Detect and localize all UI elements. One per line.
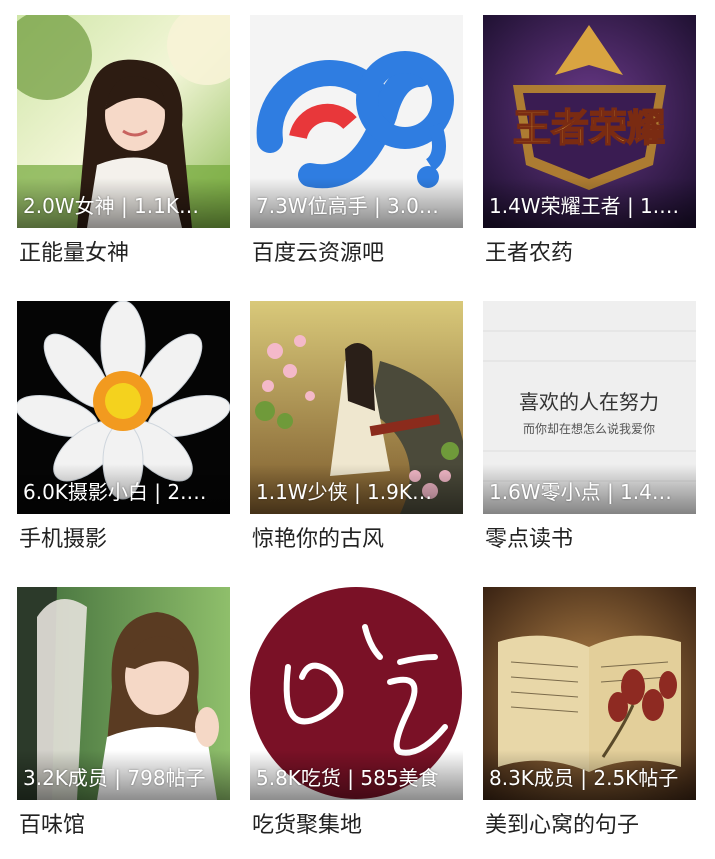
group-card-midnight-reading[interactable]: 喜欢的人在努力 而你却在想怎么说我爱你 1.6W零小点 | 1.4… 零点读书: [483, 301, 696, 552]
group-name: 百度云资源吧: [252, 241, 385, 266]
group-card-foodie-gathering[interactable]: 5.8K吃货 | 585美食 吃货聚集地: [250, 587, 463, 838]
group-thumbnail[interactable]: 6.0K摄影小白 | 2.…: [17, 301, 230, 514]
group-thumbnail[interactable]: 王者荣耀 1.4W荣耀王者 | 1.…: [483, 15, 696, 228]
logo-text: 王者荣耀: [513, 106, 665, 150]
group-grid: 2.0W女神 | 1.1K… 正能量女神 7.3W位高手 | 3.0… 百度云资…: [0, 0, 715, 859]
group-thumbnail[interactable]: 7.3W位高手 | 3.0…: [250, 15, 463, 228]
quote-line-2: 而你却在想怎么说我爱你: [523, 421, 655, 436]
group-name: 惊艳你的古风: [252, 527, 385, 552]
group-thumbnail[interactable]: 1.1W少侠 | 1.9K…: [250, 301, 463, 514]
group-name: 百味馆: [19, 813, 86, 838]
group-card-king-of-glory[interactable]: 王者荣耀 1.4W荣耀王者 | 1.… 王者农药: [483, 15, 696, 266]
stats-bar: 5.8K吃货 | 585美食: [250, 750, 463, 800]
stats-bar: 1.6W零小点 | 1.4…: [483, 464, 696, 514]
stats-bar: 3.2K成员 | 798帖子: [17, 750, 230, 800]
group-stats: 1.4W荣耀王者 | 1.…: [489, 194, 680, 218]
group-thumbnail[interactable]: 3.2K成员 | 798帖子: [17, 587, 230, 800]
group-card-positive-goddess[interactable]: 2.0W女神 | 1.1K… 正能量女神: [17, 15, 230, 266]
group-thumbnail[interactable]: 2.0W女神 | 1.1K…: [17, 15, 230, 228]
stats-bar: 6.0K摄影小白 | 2.…: [17, 464, 230, 514]
group-name: 吃货聚集地: [252, 813, 363, 838]
group-stats: 2.0W女神 | 1.1K…: [23, 194, 199, 218]
group-card-phone-photography[interactable]: 6.0K摄影小白 | 2.… 手机摄影: [17, 301, 230, 552]
stats-bar: 1.1W少侠 | 1.9K…: [250, 464, 463, 514]
stats-bar: 1.4W荣耀王者 | 1.…: [483, 178, 696, 228]
group-stats: 5.8K吃货 | 585美食: [256, 766, 439, 790]
group-stats: 7.3W位高手 | 3.0…: [256, 194, 439, 218]
group-name: 正能量女神: [19, 241, 130, 266]
group-card-flavor-house[interactable]: 3.2K成员 | 798帖子 百味馆: [17, 587, 230, 838]
group-thumbnail[interactable]: 8.3K成员 | 2.5K帖子: [483, 587, 696, 800]
quote-line-1: 喜欢的人在努力: [519, 390, 659, 414]
group-stats: 1.6W零小点 | 1.4…: [489, 480, 672, 504]
group-name: 美到心窝的句子: [485, 813, 640, 838]
stats-bar: 2.0W女神 | 1.1K…: [17, 178, 230, 228]
group-name: 王者农药: [485, 241, 574, 266]
group-name: 零点读书: [485, 527, 574, 552]
group-name: 手机摄影: [19, 527, 108, 552]
group-card-baidu-cloud[interactable]: 7.3W位高手 | 3.0… 百度云资源吧: [250, 15, 463, 266]
group-stats: 8.3K成员 | 2.5K帖子: [489, 766, 679, 790]
group-stats: 6.0K摄影小白 | 2.…: [23, 480, 207, 504]
stats-bar: 7.3W位高手 | 3.0…: [250, 178, 463, 228]
stats-bar: 8.3K成员 | 2.5K帖子: [483, 750, 696, 800]
group-thumbnail[interactable]: 5.8K吃货 | 585美食: [250, 587, 463, 800]
group-thumbnail[interactable]: 喜欢的人在努力 而你却在想怎么说我爱你 1.6W零小点 | 1.4…: [483, 301, 696, 514]
group-card-ancient-style[interactable]: 1.1W少侠 | 1.9K… 惊艳你的古风: [250, 301, 463, 552]
group-card-beautiful-sentences[interactable]: 8.3K成员 | 2.5K帖子 美到心窝的句子: [483, 587, 696, 838]
group-stats: 3.2K成员 | 798帖子: [23, 766, 206, 790]
group-stats: 1.1W少侠 | 1.9K…: [256, 480, 432, 504]
